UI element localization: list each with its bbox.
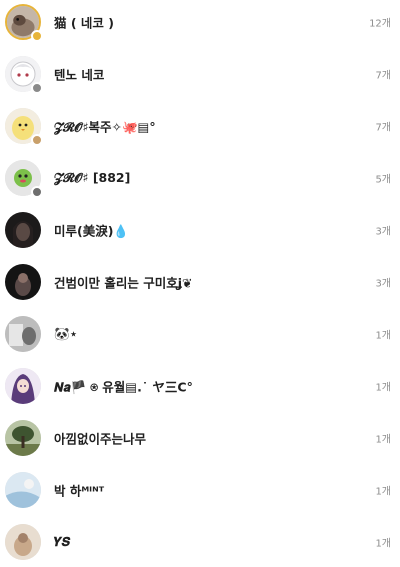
list-item-count: 5개 — [375, 174, 391, 186]
avatar[interactable] — [5, 264, 41, 300]
dark-photo-image — [5, 264, 41, 300]
list-item-name: 𝓩𝓡𝓞♯복주✧🐙▤° — [54, 119, 156, 135]
dark-portrait-image — [5, 212, 41, 248]
status-badge — [31, 186, 43, 198]
avatar-wrapper — [5, 264, 41, 300]
gray-photo-image — [5, 316, 41, 352]
list-item-count: 1개 — [375, 538, 391, 550]
avatar[interactable] — [5, 316, 41, 352]
avatar[interactable] — [5, 472, 41, 508]
avatar-wrapper — [5, 56, 43, 94]
list-item[interactable]: 박 하ᴹᴵᴺᵀ 1개 — [0, 464, 400, 516]
tree-image — [5, 420, 41, 456]
avatar[interactable] — [5, 368, 41, 404]
avatar-wrapper — [5, 420, 41, 456]
list-item-name: 🐼⋆ — [54, 326, 78, 341]
list-item-count: 1개 — [375, 486, 391, 498]
list-item[interactable]: 🐼⋆ 1개 — [0, 308, 400, 360]
avatar[interactable] — [5, 212, 41, 248]
list-item-name: 𝒀𝑺 — [54, 534, 70, 549]
status-badge — [31, 30, 43, 42]
list-item[interactable]: 텐노 네코 7개 — [0, 48, 400, 100]
purple-character-image — [5, 368, 41, 404]
list-item[interactable]: 𝓩𝓡𝓞♯ [882] 5개 — [0, 152, 400, 204]
list-item[interactable]: 아낌없이주는나무 1개 — [0, 412, 400, 464]
list-item[interactable]: 𝓩𝓡𝓞♯복주✧🐙▤° 7개 — [0, 100, 400, 152]
avatar-wrapper — [5, 212, 41, 248]
list-item-count: 3개 — [375, 226, 391, 238]
friend-list: 猫 ( 네코 ) 12개 텐노 네코 7개 𝓩𝓡𝓞♯복주✧🐙▤° 7개 𝓩𝓡𝓞♯… — [0, 0, 400, 567]
light-blue-photo-image — [5, 472, 41, 508]
avatar[interactable] — [5, 524, 41, 560]
beige-photo-image — [5, 524, 41, 560]
list-item-name: 𝑵𝒂🏴 ⍟ 유월▤.˙ ヤ三C° — [54, 379, 193, 395]
avatar-wrapper — [5, 472, 41, 508]
list-item-name: 猫 ( 네코 ) — [54, 15, 114, 31]
avatar-wrapper — [5, 4, 43, 42]
avatar-wrapper — [5, 368, 41, 404]
list-item-count: 12개 — [369, 18, 391, 30]
list-item-count: 1개 — [375, 330, 391, 342]
list-item-count: 7개 — [375, 70, 391, 82]
list-item-name: 𝓩𝓡𝓞♯ [882] — [54, 170, 131, 185]
list-item-name: 박 하ᴹᴵᴺᵀ — [54, 483, 105, 499]
avatar-wrapper — [5, 316, 41, 352]
list-item[interactable]: 건범이만 홀리는 구미호ʝ❦ 3개 — [0, 256, 400, 308]
list-item[interactable]: 猫 ( 네코 ) 12개 — [0, 0, 400, 48]
list-item-count: 1개 — [375, 382, 391, 394]
list-item[interactable]: 𝒀𝑺 1개 — [0, 516, 400, 567]
list-item-count: 3개 — [375, 278, 391, 290]
status-badge — [31, 134, 43, 146]
list-item-count: 1개 — [375, 434, 391, 446]
list-item-name: 미루(美淚)💧 — [54, 223, 129, 239]
list-item-name: 텐노 네코 — [54, 67, 105, 83]
avatar[interactable] — [5, 420, 41, 456]
list-item[interactable]: 미루(美淚)💧 3개 — [0, 204, 400, 256]
list-item-count: 7개 — [375, 122, 391, 134]
avatar-wrapper — [5, 160, 43, 198]
list-item-name: 건범이만 홀리는 구미호ʝ❦ — [54, 275, 193, 291]
status-badge — [31, 82, 43, 94]
list-item-name: 아낌없이주는나무 — [54, 431, 147, 447]
list-item[interactable]: 𝑵𝒂🏴 ⍟ 유월▤.˙ ヤ三C° 1개 — [0, 360, 400, 412]
avatar-wrapper — [5, 524, 41, 560]
avatar-wrapper — [5, 108, 43, 146]
